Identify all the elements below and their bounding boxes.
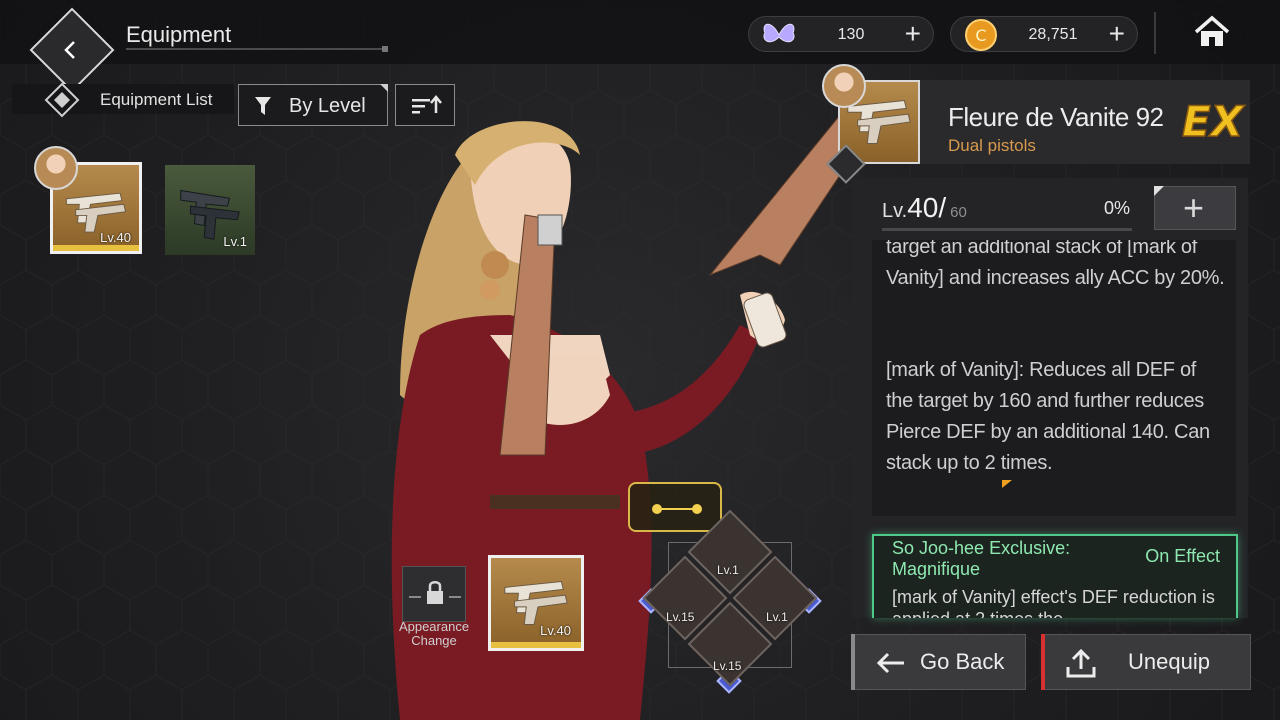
add-gold-button[interactable]: + <box>1109 20 1125 48</box>
cursor-pointer-icon <box>1002 480 1012 488</box>
level-max: 60 <box>950 204 967 221</box>
unequip-label: Unequip <box>1128 649 1210 674</box>
grade-text: EX <box>1182 97 1246 146</box>
level-up-button[interactable]: + <box>1154 186 1236 230</box>
equipment-list-label: Equipment List <box>100 90 213 109</box>
home-icon[interactable] <box>1192 14 1232 50</box>
back-arrow-icon <box>64 41 75 59</box>
level-prefix: Lv. <box>882 200 908 222</box>
main-weapon-slot[interactable]: Lv.40 <box>488 555 584 651</box>
gold-coin-icon: C <box>965 19 997 51</box>
filter-icon <box>255 97 271 115</box>
weapon-name: Fleure de Vanite 92 <box>948 102 1164 132</box>
exclusive-status: On Effect <box>1145 546 1220 566</box>
slot-level: Lv.1 <box>223 234 247 249</box>
exclusive-effect-box: So Joo-hee Exclusive: Magnifique On Effe… <box>872 534 1238 618</box>
upload-icon <box>1066 648 1096 678</box>
unequip-button[interactable]: Unequip <box>1041 634 1251 690</box>
equipment-list-icon <box>44 82 80 118</box>
add-butterfly-button[interactable]: + <box>905 20 921 48</box>
rune-level: Lv.15 <box>666 610 695 624</box>
exp-bar <box>882 228 1132 231</box>
skill-description[interactable]: target an additional stack of [mark of V… <box>872 240 1236 516</box>
butterfly-currency: 130 + <box>748 16 934 52</box>
rune-level: Lv.1 <box>717 563 739 577</box>
description-paragraph: target an additional stack of [mark of V… <box>886 240 1225 289</box>
go-back-button[interactable]: Go Back <box>851 634 1026 690</box>
lock-icon <box>409 581 461 604</box>
butterfly-amount: 130 <box>837 26 865 43</box>
owner-avatar <box>822 64 866 108</box>
appearance-change-button[interactable] <box>402 566 466 622</box>
filter-corner <box>380 84 388 92</box>
butterfly-icon <box>763 23 795 43</box>
exp-percent: 0% <box>1104 198 1131 218</box>
grade-badge: EX <box>1181 96 1246 146</box>
main-weapon-level: Lv.40 <box>540 623 571 638</box>
link-bar <box>658 508 696 510</box>
left-arrow-icon <box>876 652 904 674</box>
svg-text:C: C <box>975 26 986 45</box>
plus-icon: + <box>1183 187 1205 228</box>
weapon-detail-body: Lv.40/60 0% + target an additional stack… <box>852 178 1248 618</box>
weapon-detail-panel: Fleure de Vanite 92 Dual pistols EX Lv.4… <box>822 64 1250 620</box>
rune-level: Lv.15 <box>713 659 742 673</box>
weapon-detail-header: Fleure de Vanite 92 Dual pistols EX <box>822 64 1250 184</box>
level-up-corner <box>1154 186 1164 196</box>
link-toggle-button[interactable] <box>628 482 722 532</box>
gold-amount: 28,751 <box>1028 26 1078 43</box>
title-underline <box>126 46 388 52</box>
appearance-change-label: Appearance Change <box>398 619 470 648</box>
header-divider <box>1154 12 1156 54</box>
description-paragraph: [mark of Vanity]: Reduces all DEF of the… <box>886 359 1210 474</box>
link-dot-right <box>692 504 702 514</box>
exclusive-description: [mark of Vanity] effect's DEF reduction … <box>892 587 1215 618</box>
go-back-label: Go Back <box>920 649 1005 674</box>
slot-level: Lv.40 <box>100 230 131 245</box>
character-avatar <box>34 146 78 190</box>
exclusive-title: So Joo-hee Exclusive: Magnifique <box>892 538 1071 579</box>
page-title: Equipment <box>126 22 232 47</box>
level-readout: Lv.40/60 <box>882 192 967 224</box>
rune-level: Lv.1 <box>766 610 788 624</box>
weapon-type: Dual pistols <box>948 136 1036 155</box>
filter-label: By Level <box>289 95 366 117</box>
inventory-slot[interactable]: Lv.1 <box>165 165 255 255</box>
level-current: 40/ <box>907 192 947 223</box>
gold-currency: C 28,751 + <box>950 16 1138 52</box>
